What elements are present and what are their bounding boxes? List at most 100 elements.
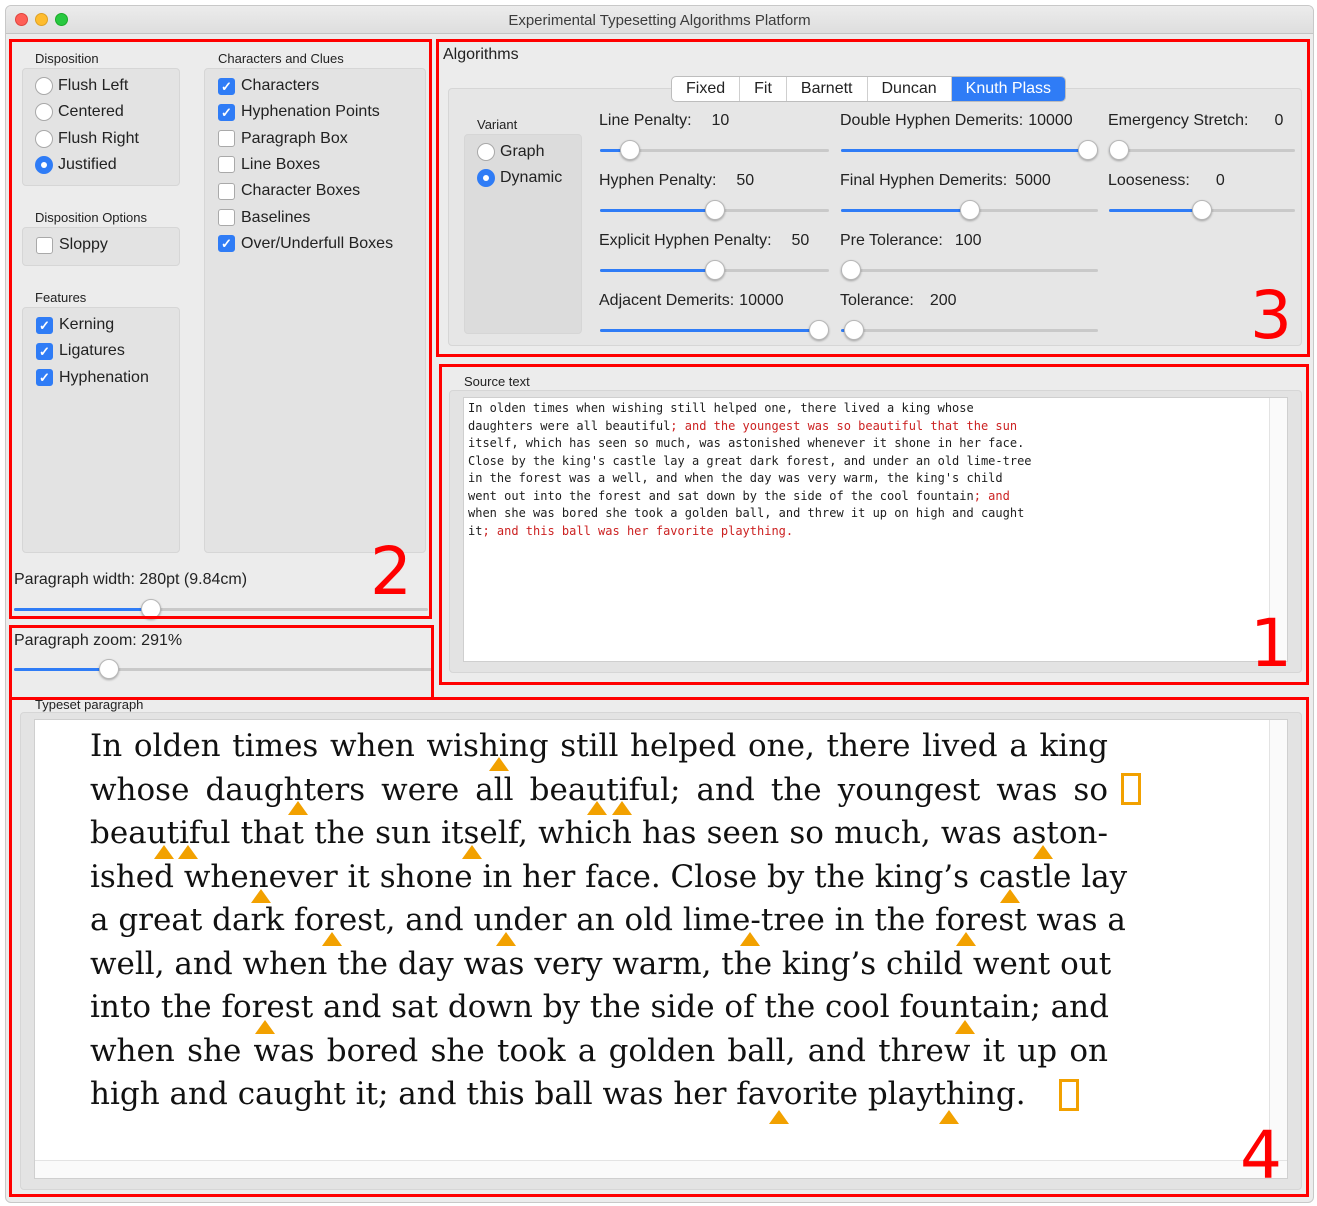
checkbox-icon (218, 156, 235, 174)
adjacent-demerits-slider[interactable] (600, 320, 829, 340)
line-penalty-slider[interactable] (600, 140, 829, 160)
hyphenation-point-marker (154, 845, 174, 859)
disposition-flush-right-radio-label: Flush Right (58, 129, 139, 147)
line-boxes-checkbox[interactable]: Line Boxes (218, 153, 320, 177)
paragraph-width-slider[interactable] (14, 599, 428, 619)
adjacent-demerits-slider-knob[interactable] (809, 320, 829, 340)
radio-icon (35, 103, 53, 122)
disposition-justified-radio[interactable]: Justified (35, 153, 117, 177)
annotation-label-2: 2 (370, 533, 412, 610)
typeset-line: ished whenever it shone in her face. Clo… (90, 858, 1128, 895)
hyphenation-point-marker (489, 757, 509, 771)
explicit-hyphen-penalty-slider-knob[interactable] (704, 260, 725, 280)
final-hyphen-demerits-label: Final Hyphen Demerits: 5000 (840, 172, 1051, 189)
hyphenation-point-marker (322, 932, 342, 946)
character-boxes-checkbox[interactable]: Character Boxes (218, 179, 360, 203)
tab-fit[interactable]: Fit (740, 77, 787, 101)
tab-duncan[interactable]: Duncan (868, 77, 952, 101)
variant-graph-radio-label: Graph (500, 143, 545, 160)
typeset-horizontal-scrollbar[interactable] (35, 1160, 1287, 1178)
variant-group (464, 134, 582, 334)
tab-barnett[interactable]: Barnett (787, 77, 868, 101)
sloppy-label: Sloppy (59, 236, 108, 253)
typeset-line: beautiful that the sun itself, which has… (90, 815, 1108, 851)
typeset-vertical-scrollbar[interactable] (1269, 720, 1287, 1161)
disposition-flush-left-radio[interactable]: Flush Left (35, 74, 128, 98)
baselines-checkbox[interactable]: Baselines (218, 206, 310, 230)
looseness-slider[interactable] (1109, 200, 1295, 220)
variant-dynamic-radio-label: Dynamic (500, 169, 563, 186)
paragraph-width-slider-knob[interactable] (140, 599, 161, 619)
radio-icon (477, 143, 495, 161)
checkbox-icon: ✓ (218, 103, 235, 121)
sloppy-check-icon (36, 236, 53, 254)
variant-graph-radio[interactable]: Graph (477, 140, 544, 164)
checkbox-icon (218, 209, 235, 226)
annotation-label-3: 3 (1250, 277, 1292, 354)
paragraph-zoom-slider[interactable] (14, 659, 434, 679)
hyphenation-checkbox[interactable]: ✓ Hyphenation (36, 366, 149, 390)
typeset-line: when she was bored she took a golden bal… (90, 1032, 1108, 1069)
annotation-label-4: 4 (1240, 1117, 1282, 1194)
variant-dynamic-radio[interactable]: Dynamic (477, 166, 562, 190)
characters-checkbox[interactable]: ✓ Characters (218, 74, 319, 98)
ligatures-checkbox[interactable]: ✓ Ligatures (36, 339, 125, 363)
paragraph-box-checkbox[interactable]: Paragraph Box (218, 127, 348, 151)
source-line: itself, which has seen so much, was asto… (468, 436, 1025, 450)
looseness-label: Looseness: 0 (1108, 172, 1225, 189)
radio-icon (35, 155, 53, 174)
emergency-stretch-slider[interactable] (1109, 140, 1295, 160)
characters-checkbox-label: Characters (241, 77, 320, 94)
paragraph-width-label: Paragraph width: 280pt (9.84cm) (14, 571, 248, 588)
pre-tolerance-slider-knob[interactable] (841, 260, 862, 280)
looseness-slider-knob[interactable] (1192, 200, 1212, 220)
paragraph-box-checkbox-label: Paragraph Box (241, 129, 348, 147)
final-hyphen-demerits-slider-knob[interactable] (959, 200, 980, 220)
source-text-area[interactable]: In olden times when wishing still helped… (463, 397, 1288, 662)
title-bar: Experimental Typesetting Algorithms Plat… (6, 6, 1313, 34)
hyphenation-point-marker (955, 1020, 975, 1034)
checkbox-icon: ✓ (36, 342, 53, 360)
disposition-centered-radio[interactable]: Centered (35, 100, 124, 124)
pre-tolerance-slider[interactable] (841, 260, 1098, 280)
double-hyphen-demerits-slider[interactable] (841, 140, 1098, 160)
kerning-checkbox[interactable]: ✓ Kerning (36, 313, 114, 337)
hyphenation-point-marker (612, 801, 632, 815)
paragraph-zoom-slider-knob[interactable] (98, 659, 119, 679)
tab-knuth-plass[interactable]: Knuth Plass (951, 77, 1066, 101)
emergency-stretch-label: Emergency Stretch: 0 (1108, 112, 1284, 129)
variant-title: Variant (477, 117, 518, 132)
typeset-line: well, and when the day was very warm, th… (90, 945, 1112, 982)
checkbox-icon: ✓ (36, 316, 53, 334)
hyphenation-point-marker (288, 801, 308, 815)
tolerance-slider-knob[interactable] (843, 320, 864, 340)
explicit-hyphen-penalty-label: Explicit Hyphen Penalty: 50 (599, 232, 810, 249)
algorithm-tabs: Fixed Fit Barnett Duncan Knuth Plass (671, 76, 1067, 102)
hyphenation-point-marker (1000, 889, 1020, 903)
line-penalty-slider-knob[interactable] (619, 140, 640, 160)
ligatures-checkbox-label: Ligatures (59, 342, 125, 360)
hyphenation-points-checkbox[interactable]: ✓ Hyphenation Points (218, 100, 380, 124)
checkbox-icon (218, 182, 235, 200)
line-boxes-checkbox-label: Line Boxes (241, 155, 321, 173)
sloppy-checkbox[interactable]: Sloppy (36, 233, 108, 257)
window-title: Experimental Typesetting Algorithms Plat… (508, 12, 811, 29)
pre-tolerance-label: Pre Tolerance: 100 (840, 232, 982, 249)
double-hyphen-demerits-slider-knob[interactable] (1077, 140, 1098, 160)
explicit-hyphen-penalty-slider[interactable] (600, 260, 829, 280)
tolerance-slider[interactable] (841, 320, 1098, 340)
over-underfull-boxes-checkbox[interactable]: ✓ Over/Underfull Boxes (218, 232, 393, 256)
hyphen-penalty-slider[interactable] (600, 200, 829, 220)
paragraph-zoom-label: Paragraph zoom: 291% (14, 632, 183, 649)
hyphenation-point-marker (251, 889, 271, 903)
hyphen-penalty-label: Hyphen Penalty: 50 (599, 172, 755, 189)
disposition-flush-right-radio[interactable]: Flush Right (35, 127, 139, 151)
final-hyphen-demerits-slider[interactable] (841, 200, 1098, 220)
hyphenation-point-marker (956, 932, 976, 946)
checkbox-icon: ✓ (218, 77, 235, 95)
source-line: it; and this ball was her favorite playt… (468, 523, 794, 538)
line-penalty-label: Line Penalty: 10 (599, 112, 730, 129)
emergency-stretch-slider-knob[interactable] (1109, 140, 1129, 160)
tab-fixed[interactable]: Fixed (672, 77, 741, 101)
hyphen-penalty-slider-knob[interactable] (704, 200, 725, 220)
